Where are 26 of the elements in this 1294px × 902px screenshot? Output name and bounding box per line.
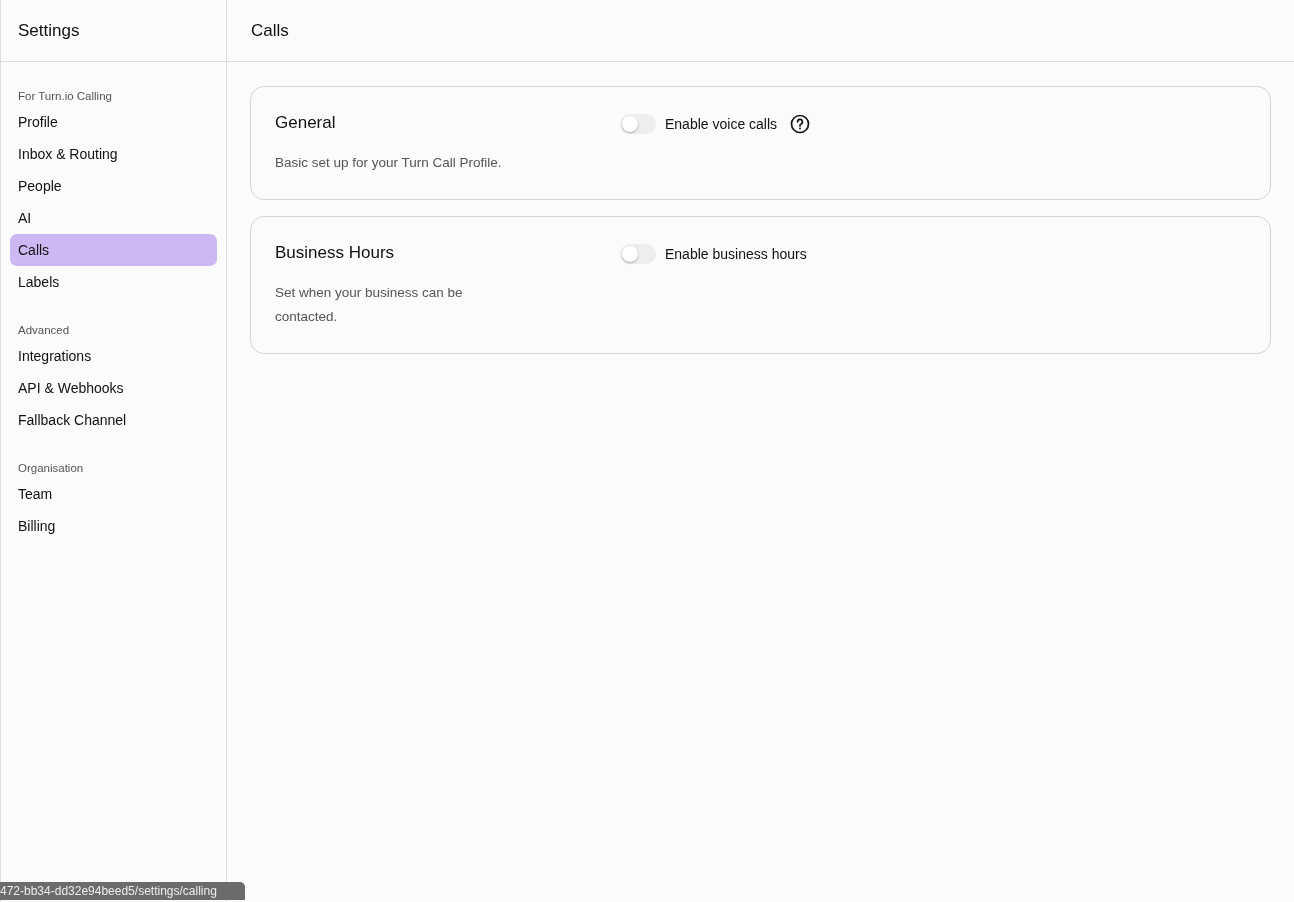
sidebar-item[interactable]: Team [10,478,217,510]
sidebar-item[interactable]: Integrations [10,340,217,372]
sidebar-item[interactable]: Profile [10,106,217,138]
sidebar-item[interactable]: Inbox & Routing [10,138,217,170]
sidebar-item[interactable]: Fallback Channel [10,404,217,436]
sidebar-item[interactable]: Labels [10,266,217,298]
sidebar-title: Settings [18,20,80,41]
card-title: Business Hours [275,243,396,263]
status-url: 472-bb34-dd32e94beed5/settings/calling [0,882,245,900]
help-icon[interactable] [790,114,811,134]
section-heading: For Turn.io Calling [17,89,113,104]
sidebar-item[interactable]: Calls [10,234,217,266]
page-title: Calls [251,20,289,41]
card-description: Set when your business can be contacted. [275,284,464,326]
card-title: General [275,113,337,133]
toggle-label: Enable voice calls [665,116,778,132]
toggle-switch[interactable] [620,114,656,134]
sidebar-item[interactable]: AI [10,202,217,234]
section-heading: Advanced [17,323,71,338]
sidebar-item[interactable]: People [10,170,217,202]
section-heading: Organisation [17,461,85,476]
toggle-switch[interactable] [620,244,656,264]
sidebar-item[interactable]: API & Webhooks [10,372,217,404]
sidebar-item[interactable]: Billing [10,510,217,542]
card-description: Basic set up for your Turn Call Profile. [275,154,503,172]
toggle-label: Enable business hours [665,246,807,262]
